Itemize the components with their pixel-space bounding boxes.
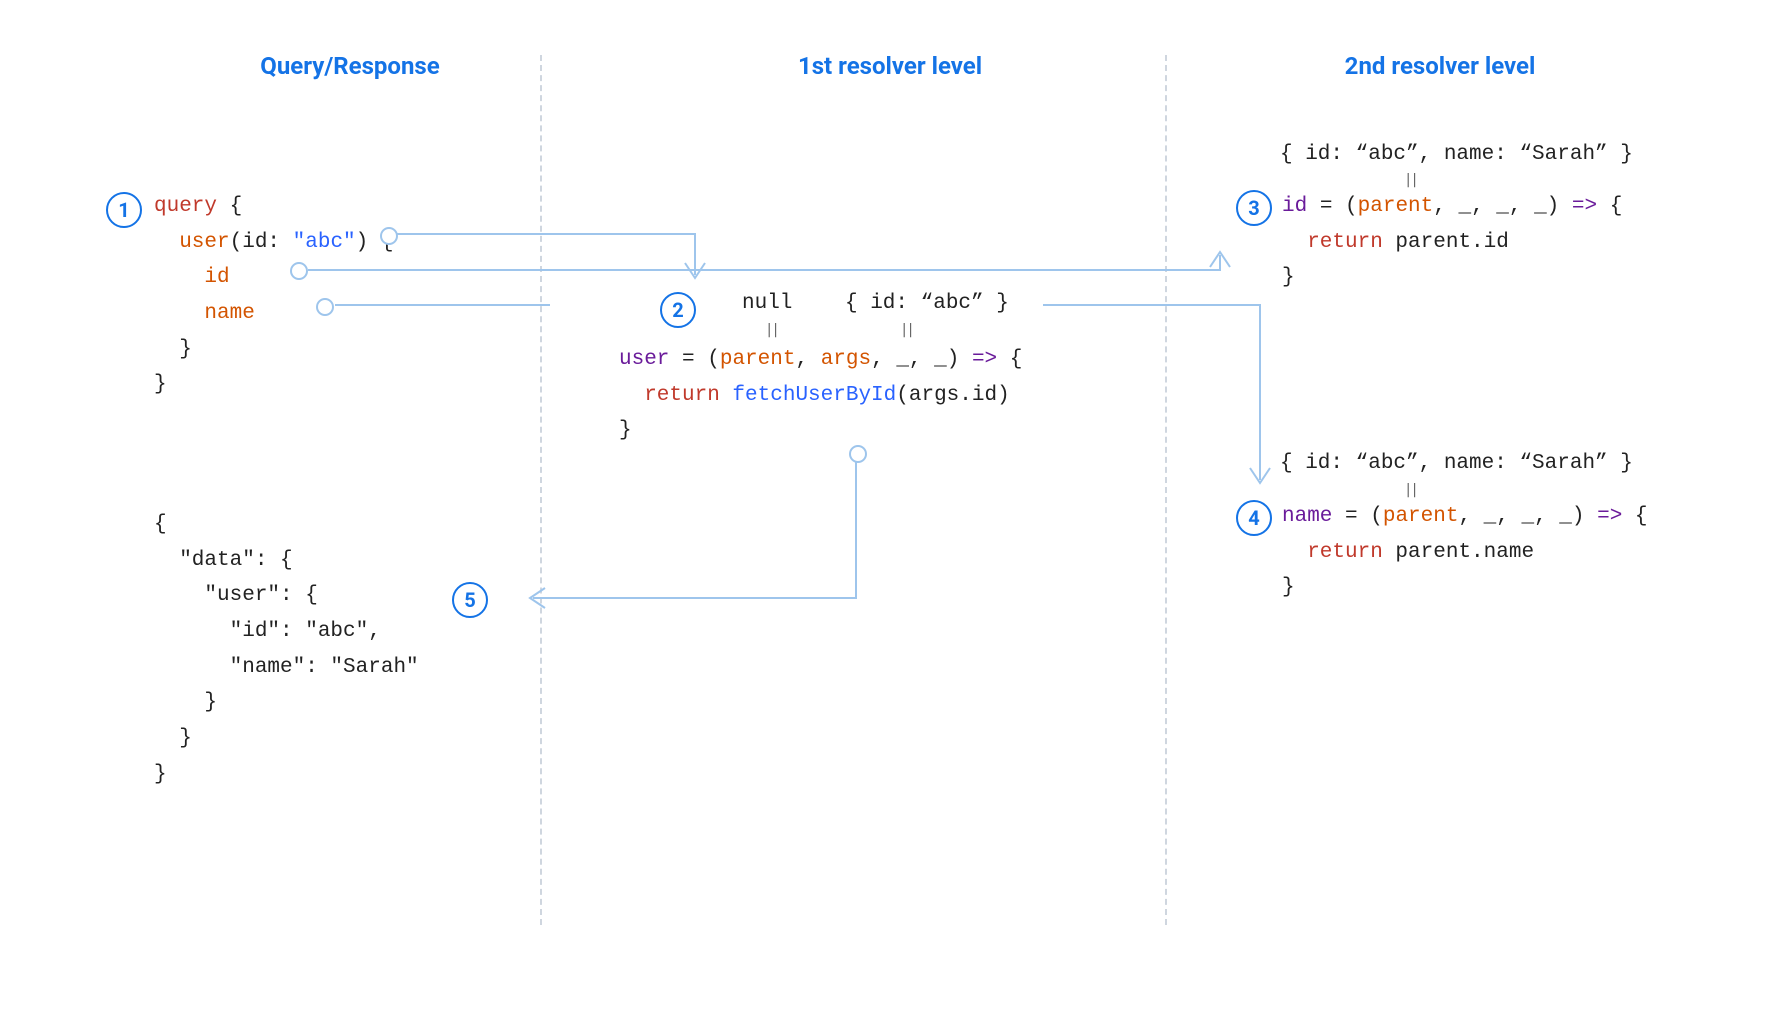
bracket-name-parent: || bbox=[1404, 482, 1417, 498]
badge-3: 3 bbox=[1236, 190, 1272, 226]
field-id: id bbox=[154, 266, 230, 289]
resolver2-name-code: name = (parent, _, _, _) => { return par… bbox=[1282, 499, 1648, 606]
resolver2-id-parent-ann: { id: “abc”, name: “Sarah” } bbox=[1280, 143, 1633, 166]
dot-fetch bbox=[849, 445, 867, 463]
diagram-stage: Query/Response 1st resolver level 2nd re… bbox=[0, 0, 1784, 1030]
bracket-args: || bbox=[900, 322, 913, 338]
badge-2: 2 bbox=[660, 292, 696, 328]
resolver1-args-ann: { id: “abc” } bbox=[845, 292, 1009, 315]
bracket-id-parent: || bbox=[1404, 172, 1417, 188]
badge-4: 4 bbox=[1236, 500, 1272, 536]
dot-name bbox=[316, 298, 334, 316]
query-code: query { user(id: "abc") { id name } } bbox=[154, 189, 393, 403]
resolver1-code: user = (parent, args, _, _) => { return … bbox=[619, 342, 1022, 449]
resolver1-null: null bbox=[742, 292, 792, 315]
field-user: user bbox=[154, 231, 230, 254]
field-name: name bbox=[154, 302, 255, 325]
response-code: { "data": { "user": { "id": "abc", "name… bbox=[154, 507, 419, 793]
badge-5: 5 bbox=[452, 582, 488, 618]
dot-id bbox=[290, 262, 308, 280]
resolver2-name-parent-ann: { id: “abc”, name: “Sarah” } bbox=[1280, 452, 1633, 475]
resolver2-id-code: id = (parent, _, _, _) => { return paren… bbox=[1282, 189, 1622, 296]
bracket-null: || bbox=[765, 322, 778, 338]
kw-query: query bbox=[154, 195, 217, 218]
dot-user bbox=[380, 227, 398, 245]
badge-1: 1 bbox=[106, 192, 142, 228]
